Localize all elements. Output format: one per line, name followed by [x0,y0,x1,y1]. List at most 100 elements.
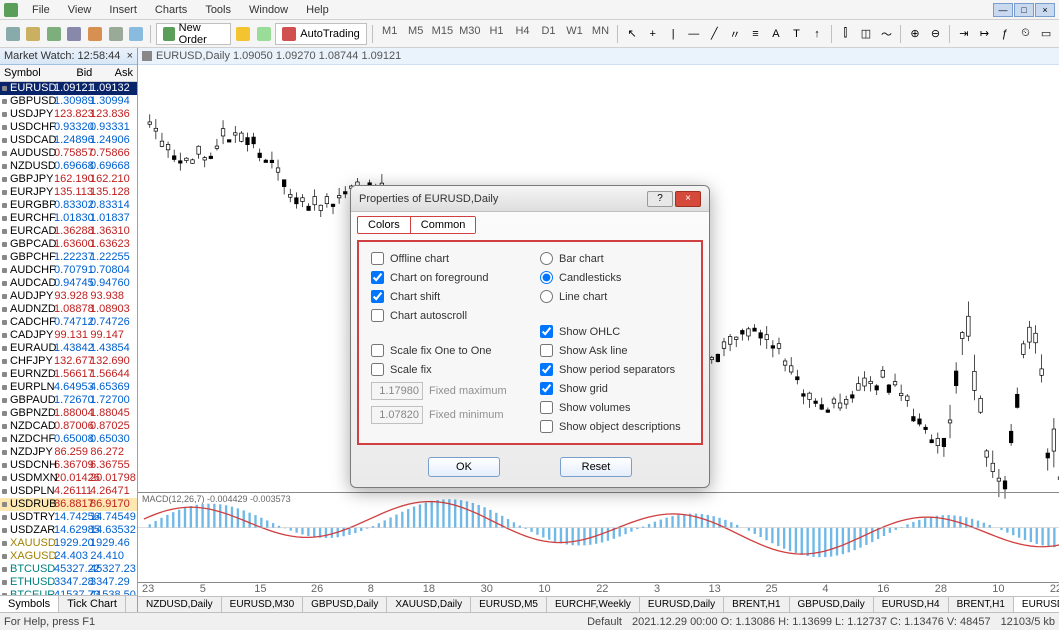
mw-row-nzdcad[interactable]: NZDCAD0.870060.87025 [0,420,137,433]
mw-row-gbpcad[interactable]: GBPCAD1.636001.63623 [0,238,137,251]
tf-w1[interactable]: W1 [562,25,586,43]
menu-charts[interactable]: Charts [147,2,195,18]
tf-mn[interactable]: MN [588,25,612,43]
mw-row-usdcad[interactable]: USDCAD1.248961.24906 [0,134,137,147]
maximize-button[interactable]: □ [1014,3,1034,17]
rad-candlesticks[interactable]: Candlesticks [540,271,689,284]
menu-help[interactable]: Help [298,2,337,18]
chk-show-period-sep[interactable]: Show period separators [540,363,689,376]
mw-row-usdzar[interactable]: USDZAR14.6298514.63532 [0,524,137,537]
tb-candles-icon[interactable]: ◫ [857,24,875,44]
mw-row-audjpy[interactable]: AUDJPY93.92893.938 [0,290,137,303]
minimize-button[interactable]: — [993,3,1013,17]
mw-row-eurcad[interactable]: EURCAD1.362881.36310 [0,225,137,238]
market-watch-rows[interactable]: EURUSD1.091211.09132GBPUSD1.309891.30994… [0,82,137,595]
tf-d1[interactable]: D1 [536,25,560,43]
chart-tab-0[interactable]: NZDUSD,Daily [138,597,222,612]
chk-scale-one-to-one[interactable]: Scale fix One to One [371,344,520,357]
chk-show-volumes[interactable]: Show volumes [540,401,689,414]
rad-line-chart[interactable]: Line chart [540,290,689,303]
mw-row-nzdusd[interactable]: NZDUSD0.696680.69668 [0,160,137,173]
menu-view[interactable]: View [60,2,100,18]
tb-expert-icon[interactable] [255,24,273,44]
dialog-title-bar[interactable]: Properties of EURUSD,Daily ? × [351,186,709,212]
mw-row-audcad[interactable]: AUDCAD0.947450.94760 [0,277,137,290]
tb-autoscroll-icon[interactable]: ⇥ [955,24,973,44]
tb-label-icon[interactable]: T [788,24,806,44]
chk-show-obj-desc[interactable]: Show object descriptions [540,420,689,433]
chk-chart-autoscroll[interactable]: Chart autoscroll [371,309,520,322]
tb-terminal-icon[interactable] [107,24,125,44]
mw-row-eurpln[interactable]: EURPLN4.649534.65369 [0,381,137,394]
tf-m5[interactable]: M5 [404,25,428,43]
mw-row-gbpusd[interactable]: GBPUSD1.309891.30994 [0,95,137,108]
mw-header-ask[interactable]: Ask [96,65,137,81]
mw-row-gbpchf[interactable]: GBPCHF1.222371.22255 [0,251,137,264]
mw-row-xagusd[interactable]: XAGUSD24.40324.410 [0,550,137,563]
mw-row-gbpaud[interactable]: GBPAUD1.726701.72700 [0,394,137,407]
tb-navigator-icon[interactable] [86,24,104,44]
mw-row-nzdchf[interactable]: NZDCHF0.650080.65030 [0,433,137,446]
mw-row-audnzd[interactable]: AUDNZD1.088781.08903 [0,303,137,316]
menu-window[interactable]: Window [241,2,296,18]
chart-tab-9[interactable]: EURUSD,H4 [874,597,949,612]
mw-row-eurusd[interactable]: EURUSD1.091211.09132 [0,82,137,95]
close-button[interactable]: × [1035,3,1055,17]
mw-row-cadchf[interactable]: CADCHF0.747120.74726 [0,316,137,329]
chk-show-ask[interactable]: Show Ask line [540,344,689,357]
tb-trendline-icon[interactable]: ╱ [706,24,724,44]
chk-chart-foreground[interactable]: Chart on foreground [371,271,520,284]
mw-row-eurchf[interactable]: EURCHF1.018301.01837 [0,212,137,225]
rad-bar-chart[interactable]: Bar chart [540,252,689,265]
dialog-tab-colors[interactable]: Colors [358,217,410,233]
tb-hline-icon[interactable]: — [685,24,703,44]
tb-fibo-icon[interactable]: ≡ [747,24,765,44]
tf-h1[interactable]: H1 [484,25,508,43]
chart-tab-5[interactable]: EURCHF,Weekly [547,597,640,612]
chk-show-ohlc[interactable]: Show OHLC [540,325,689,338]
mw-row-usdmxn[interactable]: USDMXN20.0142620.01798 [0,472,137,485]
menu-file[interactable]: File [24,2,58,18]
mw-row-eurgbp[interactable]: EURGBP0.833020.83314 [0,199,137,212]
mw-row-usdjpy[interactable]: USDJPY123.823123.836 [0,108,137,121]
mw-row-nzdjpy[interactable]: NZDJPY86.25986.272 [0,446,137,459]
tb-indicators-icon[interactable]: ƒ [996,24,1014,44]
tf-m30[interactable]: M30 [457,25,482,43]
menu-insert[interactable]: Insert [101,2,145,18]
chart-tab-7[interactable]: BRENT,H1 [724,597,789,612]
tb-new-chart-icon[interactable] [4,24,22,44]
macd-panel[interactable]: MACD(12,26,7) -0.004429 -0.003573 0.00 -… [138,492,1059,582]
status-profile[interactable]: Default [587,616,622,628]
mw-row-audusd[interactable]: AUDUSD0.758570.75866 [0,147,137,160]
tf-m15[interactable]: M15 [430,25,455,43]
dialog-reset-button[interactable]: Reset [560,457,632,477]
mw-row-usdchf[interactable]: USDCHF0.933200.93331 [0,121,137,134]
tb-strategy-tester-icon[interactable] [127,24,145,44]
tb-cursor-icon[interactable]: ↖ [623,24,641,44]
mw-row-usdpln[interactable]: USDPLN4.261114.26471 [0,485,137,498]
mw-row-usdtry[interactable]: USDTRY14.7425614.74549 [0,511,137,524]
tb-zoomin-icon[interactable]: ⊕ [906,24,924,44]
chart-tab-2[interactable]: GBPUSD,Daily [303,597,387,612]
mw-tab-tick-chart[interactable]: Tick Chart [59,596,126,612]
tb-channel-icon[interactable]: 〃 [726,24,744,44]
chart-tab-10[interactable]: BRENT,H1 [949,597,1014,612]
dialog-close-button[interactable]: × [675,191,701,207]
mw-row-euraud[interactable]: EURAUD1.438421.43854 [0,342,137,355]
tf-h4[interactable]: H4 [510,25,534,43]
tb-arrows-icon[interactable]: ↑ [808,24,826,44]
chk-offline-chart[interactable]: Offline chart [371,252,520,265]
mw-header-symbol[interactable]: Symbol [0,65,56,81]
tb-linechart-icon[interactable]: 〜 [878,24,896,44]
mw-header-bid[interactable]: Bid [56,65,97,81]
mw-row-cadjpy[interactable]: CADJPY99.13199.147 [0,329,137,342]
market-watch-close-icon[interactable]: × [127,50,133,62]
tb-shift-icon[interactable]: ↦ [976,24,994,44]
tb-data-window-icon[interactable] [66,24,84,44]
tb-text-icon[interactable]: A [767,24,785,44]
tb-vline-icon[interactable]: | [664,24,682,44]
chart-tab-4[interactable]: EURUSD,M5 [471,597,547,612]
chart-tab-3[interactable]: XAUUSD,Daily [387,597,471,612]
chart-tab-11[interactable]: EURUSD,Daily [1014,597,1059,612]
dialog-tab-common[interactable]: Common [410,217,476,233]
